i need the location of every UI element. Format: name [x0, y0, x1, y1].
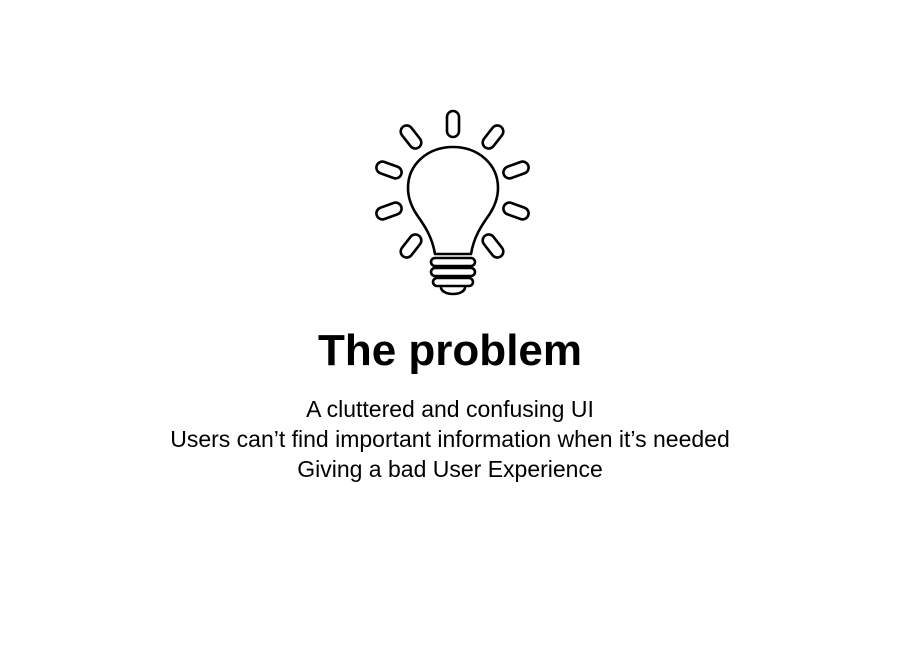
- slide-title: The problem: [317, 326, 583, 375]
- slide: The problem A cluttered and confusing UI…: [0, 0, 900, 650]
- problem-line-1: A cluttered and confusing UI: [306, 396, 594, 422]
- lightbulb-icon: [370, 105, 535, 305]
- problem-line-3: Giving a bad User Experience: [297, 456, 603, 482]
- problem-line-2: Users can’t find important information w…: [170, 426, 730, 452]
- problem-description: A cluttered and confusing UI Users can’t…: [0, 394, 900, 484]
